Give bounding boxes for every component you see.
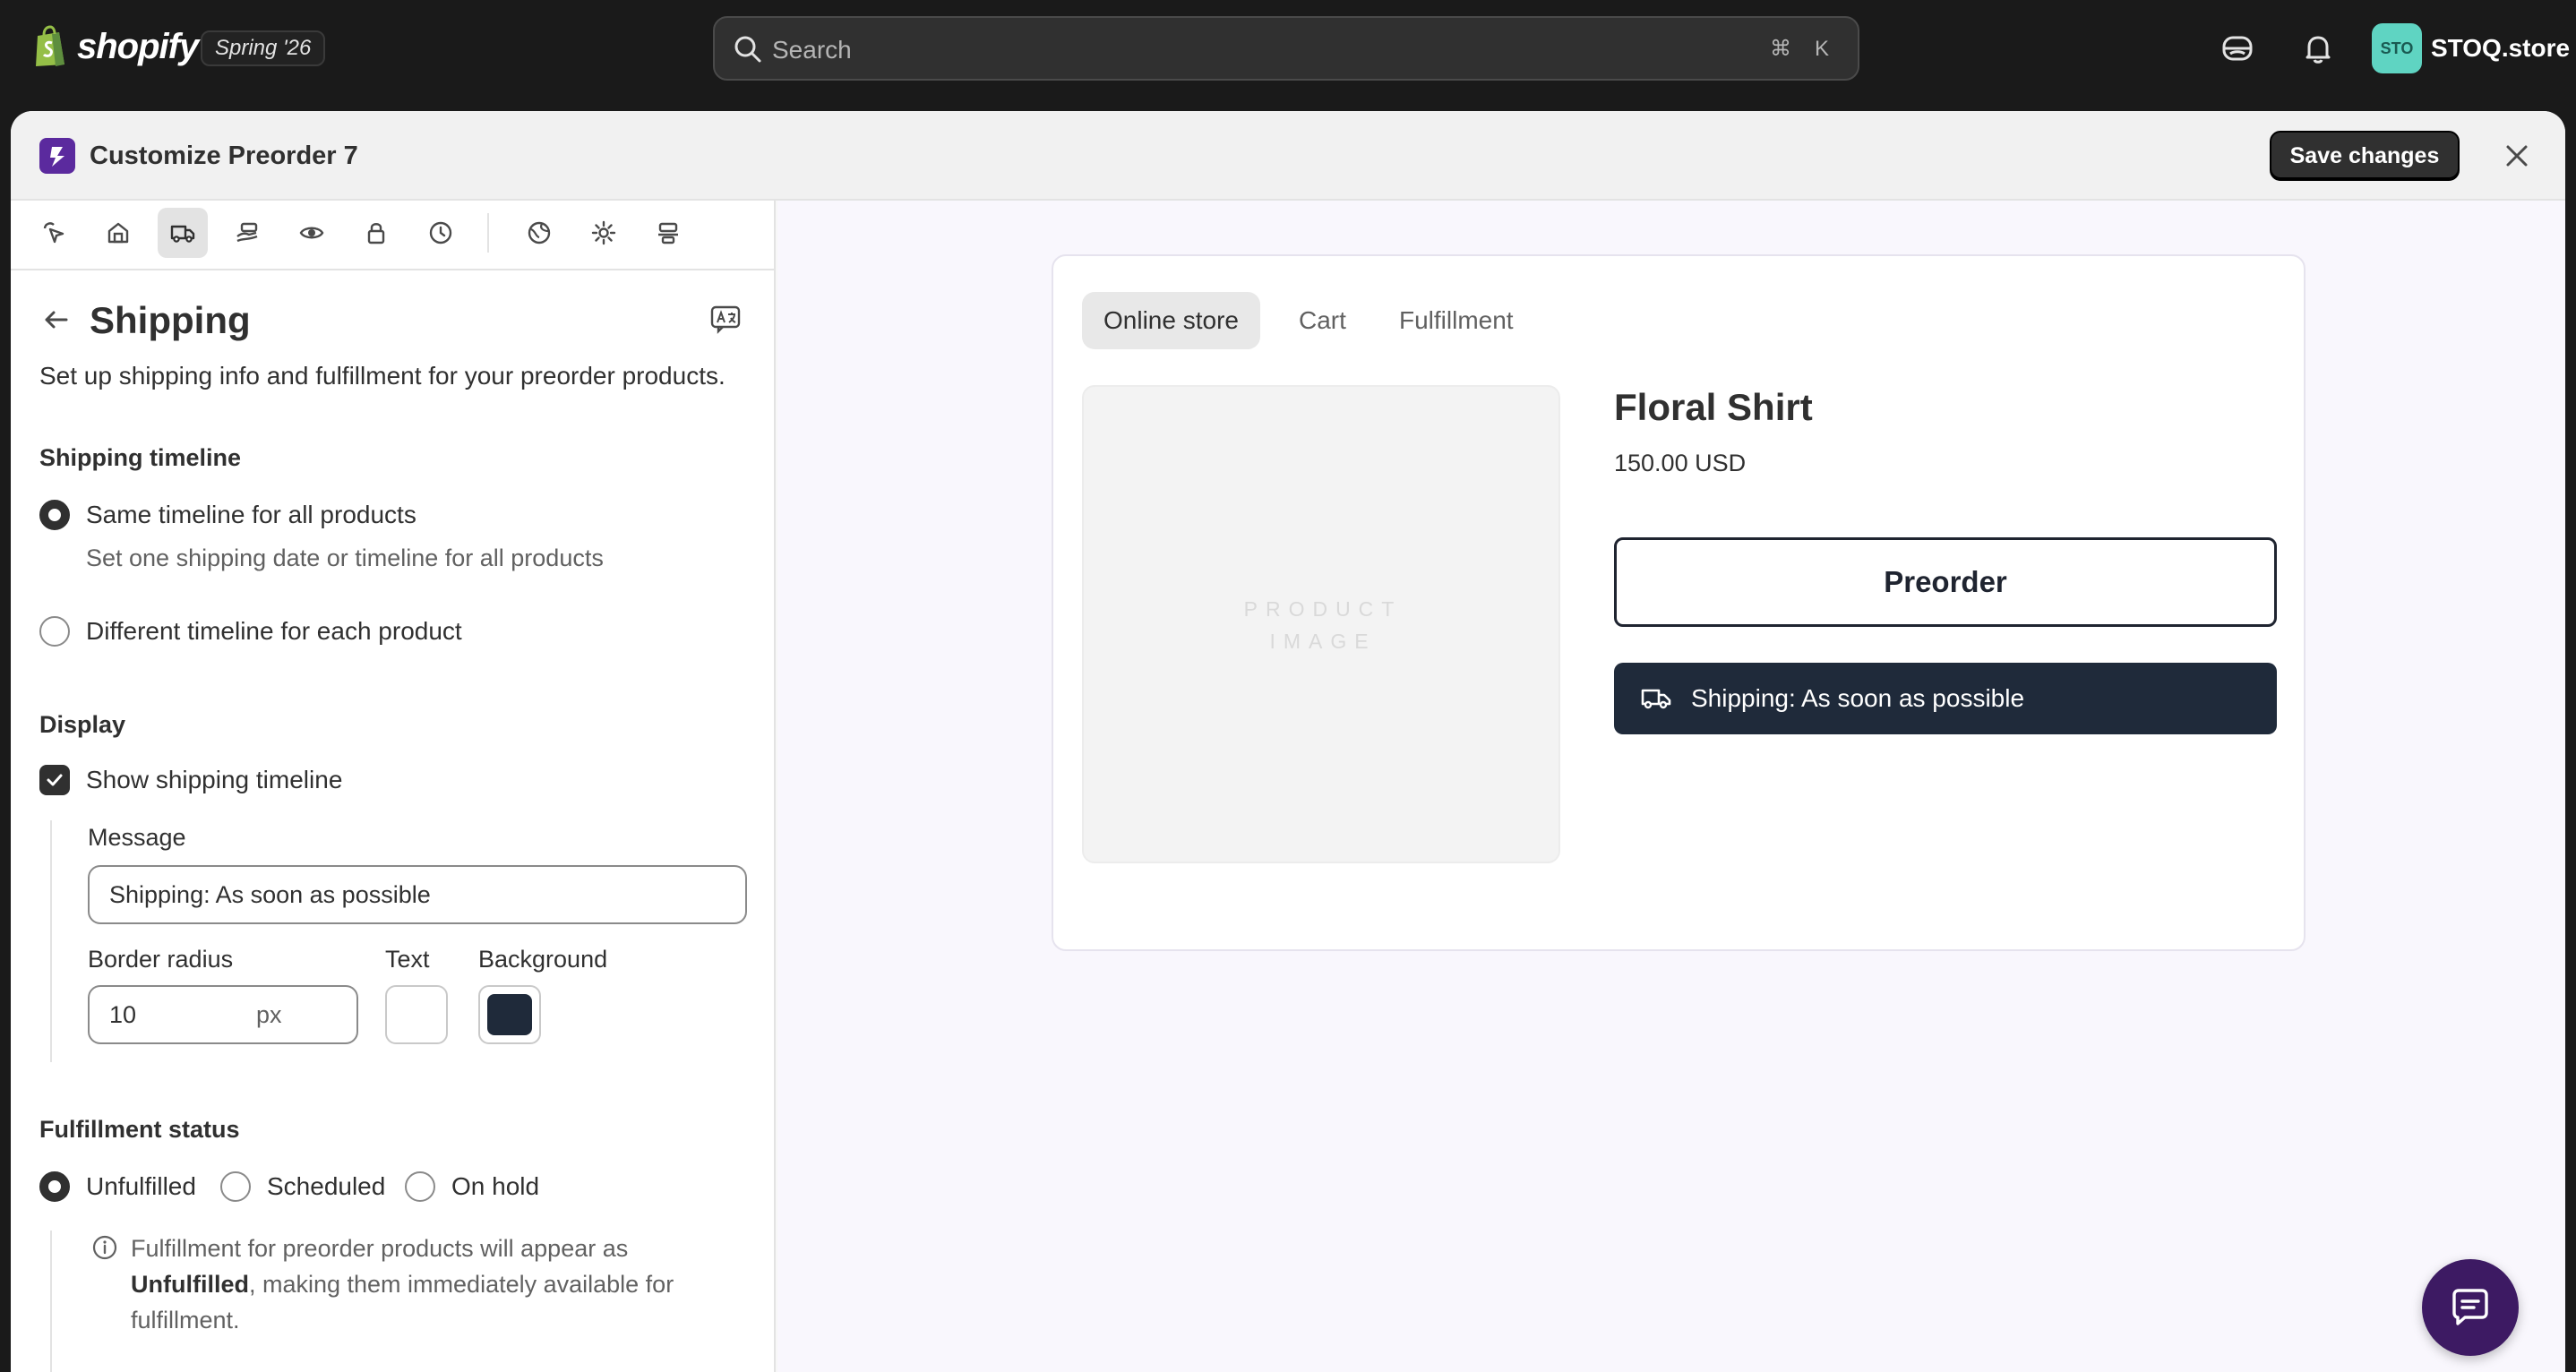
radio-on-hold[interactable] bbox=[405, 1171, 435, 1202]
search-icon bbox=[734, 36, 761, 63]
layout-icon[interactable] bbox=[643, 208, 693, 258]
back-arrow-icon[interactable] bbox=[41, 304, 72, 335]
fulfillment-info-text: Fulfillment for preorder products will a… bbox=[131, 1231, 758, 1338]
border-radius-input[interactable]: 10 px bbox=[88, 985, 358, 1044]
show-timeline-label[interactable]: Show shipping timeline bbox=[86, 763, 342, 797]
section-description: Set up shipping info and fulfillment for… bbox=[39, 362, 726, 390]
gear-icon[interactable] bbox=[579, 208, 629, 258]
text-color-label: Text bbox=[385, 946, 430, 973]
edition-badge[interactable]: Spring '26 bbox=[201, 30, 326, 66]
background-color-swatch[interactable] bbox=[478, 985, 541, 1044]
icon-bar-divider bbox=[487, 213, 489, 253]
different-timeline-label[interactable]: Different timeline for each product bbox=[86, 614, 462, 648]
storefront-icon[interactable] bbox=[93, 208, 143, 258]
radio-scheduled[interactable] bbox=[220, 1171, 251, 1202]
message-label: Message bbox=[88, 824, 186, 851]
truck-icon[interactable] bbox=[158, 208, 208, 258]
settings-panel: Shipping Set up shipping info and fulfil… bbox=[11, 201, 776, 1372]
customize-modal: Customize Preorder 7 Save changes Shippi… bbox=[11, 111, 2565, 1372]
modal-header: Customize Preorder 7 Save changes bbox=[11, 111, 2565, 201]
radio-same-timeline[interactable] bbox=[39, 500, 70, 530]
border-radius-unit: px bbox=[256, 1001, 282, 1028]
section-title: Shipping bbox=[90, 299, 251, 341]
clock-icon[interactable] bbox=[416, 208, 466, 258]
save-changes-button[interactable]: Save changes bbox=[2270, 131, 2460, 181]
product-name: Floral Shirt bbox=[1614, 386, 1813, 428]
modal-title: Customize Preorder 7 bbox=[90, 141, 358, 170]
background-color-fill bbox=[487, 994, 532, 1035]
border-radius-label: Border radius bbox=[88, 946, 234, 973]
hand-money-icon[interactable] bbox=[222, 208, 272, 258]
preview-area: Online store Cart Fulfillment PRODUCT IM… bbox=[777, 201, 2565, 1372]
info-indent-guide bbox=[50, 1231, 52, 1372]
info-line-3: fulfillment. bbox=[131, 1307, 240, 1333]
eye-icon[interactable] bbox=[287, 208, 337, 258]
product-price: 150.00 USD bbox=[1614, 450, 1747, 476]
admin-topbar: shopify Spring '26 Search ⌘ K STO STOQ.s… bbox=[0, 0, 2576, 100]
shopify-bag-icon bbox=[36, 25, 64, 66]
tab-cart[interactable]: Cart bbox=[1277, 292, 1368, 349]
scheduled-label[interactable]: Scheduled bbox=[267, 1170, 385, 1204]
display-label: Display bbox=[39, 711, 126, 738]
shipping-timeline-banner: Shipping: As soon as possible bbox=[1614, 663, 2277, 734]
tab-online-store[interactable]: Online store bbox=[1082, 292, 1260, 349]
info-line-2: , making them immediately available for bbox=[248, 1271, 674, 1298]
search-placeholder: Search bbox=[772, 36, 852, 64]
chat-icon bbox=[2452, 1289, 2488, 1325]
shipping-banner-text: Shipping: As soon as possible bbox=[1691, 684, 2025, 712]
globe-icon[interactable] bbox=[514, 208, 564, 258]
product-image-caption-line1: PRODUCT bbox=[1243, 597, 1403, 621]
indent-guide bbox=[50, 820, 52, 1062]
radio-different-timeline[interactable] bbox=[39, 616, 70, 647]
shopify-logo[interactable]: shopify bbox=[32, 25, 199, 68]
search-bar[interactable]: Search ⌘ K bbox=[713, 16, 1859, 81]
settings-icon-bar bbox=[11, 201, 776, 270]
background-color-label: Background bbox=[478, 946, 608, 973]
product-image-caption-line2: IMAGE bbox=[1269, 630, 1377, 653]
text-color-swatch[interactable] bbox=[385, 985, 448, 1044]
same-timeline-help: Set one shipping date or timeline for al… bbox=[86, 545, 604, 571]
store-avatar[interactable]: STO bbox=[2372, 23, 2422, 73]
same-timeline-label[interactable]: Same timeline for all products bbox=[86, 498, 416, 532]
fulfillment-status-label: Fulfillment status bbox=[39, 1116, 240, 1143]
chat-support-button[interactable] bbox=[2422, 1259, 2519, 1356]
command-key-hint: ⌘ bbox=[1770, 37, 1791, 61]
tab-fulfillment[interactable]: Fulfillment bbox=[1378, 292, 1535, 349]
lock-icon[interactable] bbox=[351, 208, 401, 258]
message-input[interactable]: Shipping: As soon as possible bbox=[88, 865, 747, 924]
preview-card: Online store Cart Fulfillment PRODUCT IM… bbox=[1052, 254, 2306, 951]
product-image-placeholder: PRODUCT IMAGE bbox=[1082, 385, 1560, 863]
info-icon bbox=[92, 1235, 117, 1260]
preorder-button[interactable]: Preorder bbox=[1614, 537, 2277, 627]
border-radius-value: 10 bbox=[109, 1001, 137, 1028]
sidekick-icon[interactable] bbox=[2220, 30, 2255, 66]
cursor-click-icon[interactable] bbox=[29, 208, 79, 258]
unfulfilled-label[interactable]: Unfulfilled bbox=[86, 1170, 196, 1204]
checkmark-icon bbox=[47, 774, 63, 786]
on-hold-label[interactable]: On hold bbox=[451, 1170, 539, 1204]
shopify-wordmark: shopify bbox=[77, 26, 199, 66]
translate-icon[interactable] bbox=[709, 303, 742, 335]
shipping-timeline-label: Shipping timeline bbox=[39, 444, 242, 471]
info-bold-term: Unfulfilled bbox=[131, 1271, 249, 1298]
close-icon[interactable] bbox=[2503, 141, 2531, 170]
radio-unfulfilled[interactable] bbox=[39, 1171, 70, 1202]
text-color-fill bbox=[394, 994, 439, 1035]
app-logo-icon bbox=[39, 138, 75, 174]
info-line-1: Fulfillment for preorder products will a… bbox=[131, 1235, 629, 1262]
store-name[interactable]: STOQ.store bbox=[2431, 30, 2570, 66]
k-key-hint: K bbox=[1814, 37, 1829, 61]
truck-icon bbox=[1641, 689, 1671, 709]
show-timeline-checkbox[interactable] bbox=[39, 765, 70, 795]
bell-icon[interactable] bbox=[2300, 30, 2336, 66]
product-image-caption: PRODUCT IMAGE bbox=[1084, 593, 1562, 657]
